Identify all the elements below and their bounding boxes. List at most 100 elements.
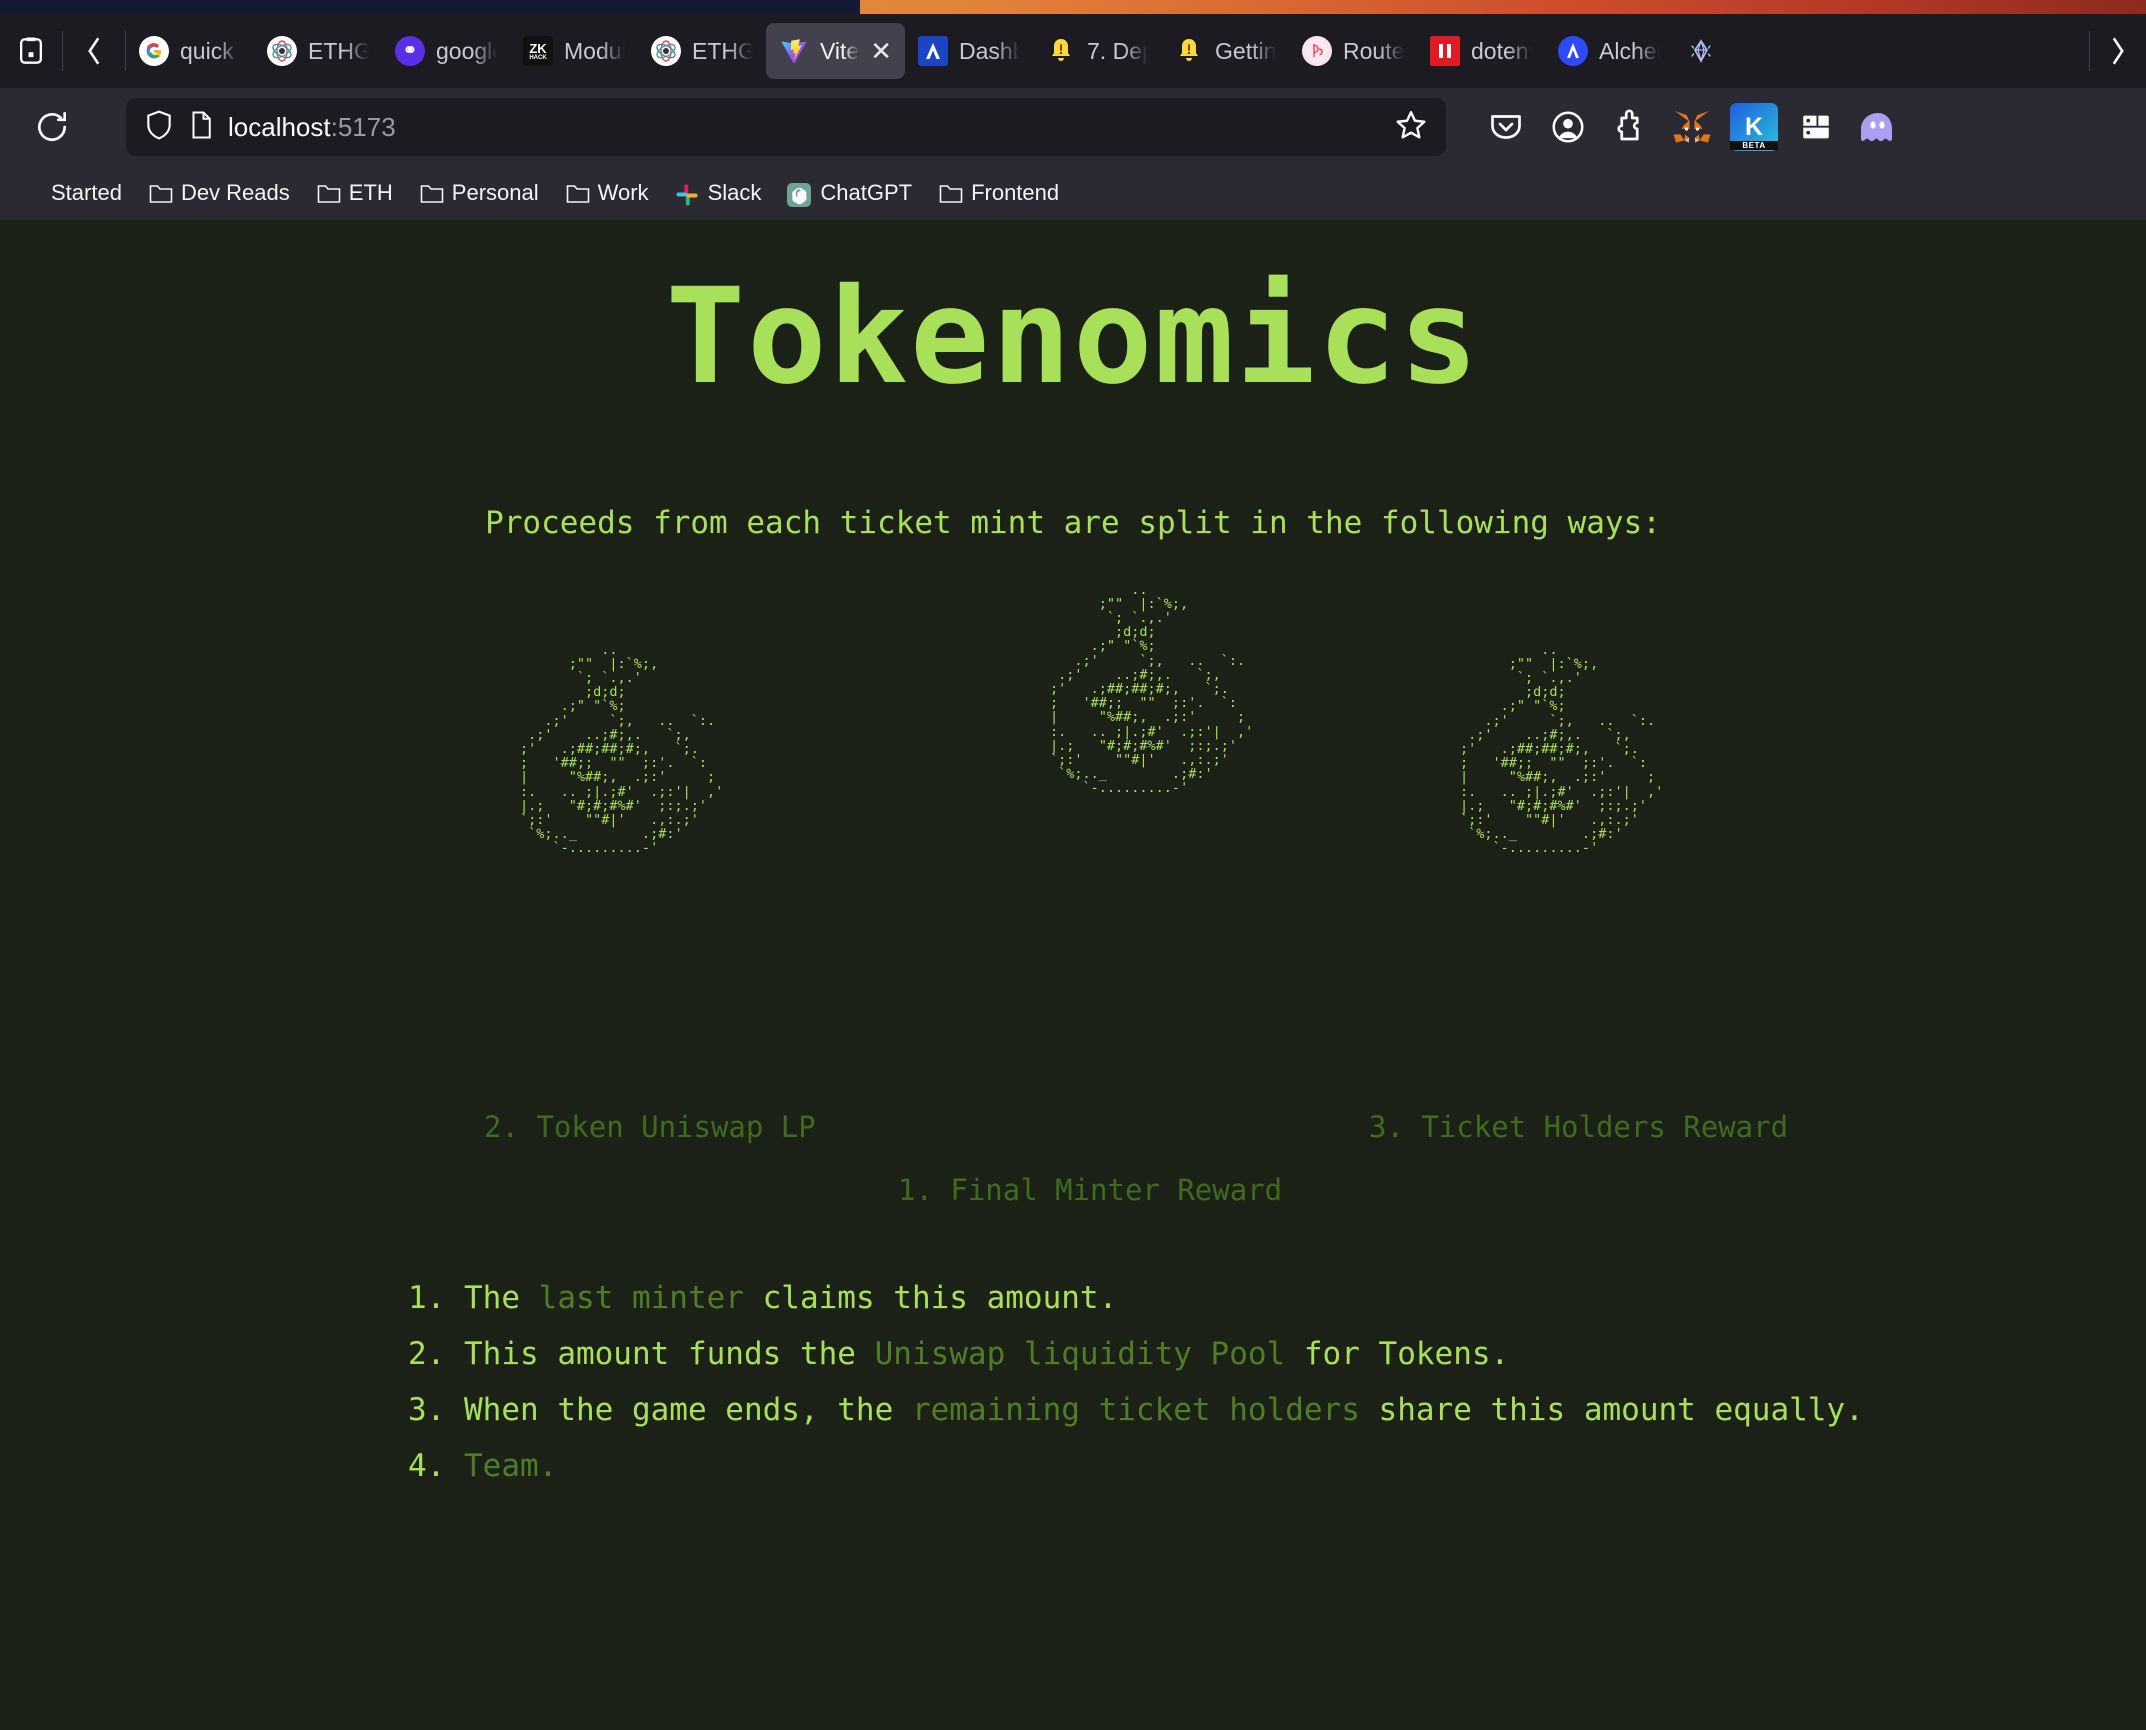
folder-icon — [938, 183, 963, 203]
folder-icon — [148, 183, 173, 203]
extensions-icon[interactable] — [1606, 103, 1654, 151]
tab-vite[interactable]: Vite ✕ — [766, 23, 906, 79]
diamond-favicon — [1686, 36, 1716, 66]
bookmark-dev-reads[interactable]: Dev Reads — [138, 174, 300, 212]
bookmarks-bar: Started Dev Reads ETH Personal Work Slac… — [0, 166, 2146, 220]
folder-icon — [18, 183, 42, 203]
bag-label-ticket-holders-reward: 3. Ticket Holders Reward — [1369, 1109, 1789, 1144]
note-item: 3. When the game ends, the remaining tic… — [408, 1382, 2146, 1438]
tab-label: Gettin — [1215, 37, 1277, 64]
note-item: 2. This amount funds the Uniswap liquidi… — [408, 1326, 2146, 1382]
page-title: Tokenomics — [665, 260, 1481, 414]
toolbar-extensions: K BETA — [1482, 103, 1902, 151]
folder-icon — [419, 183, 444, 203]
bookmark-frontend[interactable]: Frontend — [928, 174, 1069, 212]
note-item: 4. Team. — [408, 1438, 2146, 1494]
note-text: The — [464, 1280, 539, 1316]
vite-favicon — [779, 36, 809, 66]
bag-label-token-uniswap-lp: 2. Token Uniswap LP — [484, 1109, 816, 1144]
tab-ethglobal-1[interactable]: ETHGl — [254, 23, 382, 79]
bookmark-started[interactable]: Started — [8, 174, 132, 212]
reload-button[interactable] — [24, 99, 80, 155]
tab-dashboard[interactable]: Dashb — [905, 23, 1033, 79]
phantom-icon[interactable] — [1854, 103, 1902, 151]
bookmark-label: Personal — [451, 180, 539, 205]
bookmark-slack[interactable]: Slack — [665, 174, 772, 212]
bookmark-eth[interactable]: ETH — [306, 174, 403, 212]
tab-quick[interactable]: quick s — [126, 23, 254, 79]
tab-label: ETHGl — [308, 37, 369, 64]
tab-label: quick s — [180, 37, 241, 64]
ethglobal-favicon — [651, 36, 681, 66]
bell-favicon — [1174, 36, 1204, 66]
tab-modules[interactable]: ZKHACK Module — [510, 23, 638, 79]
bell-favicon — [1046, 36, 1076, 66]
bookmark-star-icon[interactable] — [1394, 108, 1428, 147]
url-port: :5173 — [330, 111, 396, 142]
note-number: 3. — [408, 1392, 464, 1428]
bookmark-label: ETH — [348, 180, 393, 205]
bookmark-label: Started — [51, 180, 122, 205]
tab-dotenv[interactable]: dotenv — [1417, 23, 1545, 79]
navigation-toolbar: localhost:5173 K BETA — [0, 88, 2146, 166]
google-purple-favicon: ⚭ — [395, 36, 425, 66]
note-highlight: Uniswap liquidity Pool — [874, 1336, 1286, 1372]
wallet-icon[interactable] — [1792, 103, 1840, 151]
tab-7-dep[interactable]: 7. Dep — [1033, 23, 1161, 79]
zkhack-favicon: ZK HACK — [523, 36, 553, 66]
tab-alchemy[interactable]: Alcher — [1545, 23, 1673, 79]
note-highlight: Team. — [464, 1448, 558, 1484]
browser-chrome: quick s ETHGl ⚭ — [0, 0, 2146, 220]
tab-ethglobal-2[interactable]: ETHGl — [638, 23, 766, 79]
bookmark-work[interactable]: Work — [555, 174, 659, 212]
keplr-icon[interactable]: K BETA — [1730, 103, 1778, 151]
folder-icon — [316, 183, 341, 203]
note-highlight: remaining ticket holders — [911, 1392, 1360, 1428]
scroll-tabs-right-button[interactable] — [2090, 14, 2146, 88]
slack-icon — [675, 183, 699, 206]
page-icon[interactable] — [188, 110, 214, 145]
router-favicon — [1302, 36, 1333, 66]
dashboard-favicon — [918, 36, 949, 66]
account-icon[interactable] — [1544, 103, 1592, 151]
ascii-money-bag-3: .. ;"" |:`%;, `; `.,.' ;d;d; .;" "`%; .;… — [1460, 641, 1664, 857]
shield-icon[interactable] — [144, 109, 174, 146]
tab-label: Alcher — [1599, 37, 1661, 64]
note-text: for Tokens. — [1285, 1336, 1510, 1372]
url-text[interactable]: localhost:5173 — [228, 112, 1380, 143]
note-text: share this amount equally. — [1359, 1392, 1864, 1428]
ethglobal-favicon — [267, 36, 297, 66]
window-title-strip — [0, 0, 2146, 14]
note-highlight: last minter — [538, 1280, 744, 1316]
bookmark-chatgpt[interactable]: ChatGPT — [777, 174, 922, 212]
money-bag-illustrations: .. ;"" |:`%;, `; `.,.' ;d;d; .;" "`%; .;… — [0, 582, 2146, 1206]
tab-getting-started[interactable]: Gettin — [1161, 23, 1289, 79]
tab-diamond[interactable] — [1673, 23, 1729, 79]
note-number: 2. — [408, 1336, 464, 1372]
url-bar[interactable]: localhost:5173 — [126, 98, 1446, 156]
tab-label: Dashb — [959, 37, 1021, 64]
pocket-icon[interactable] — [1482, 103, 1530, 151]
folder-icon — [565, 183, 589, 203]
list-all-tabs-button[interactable] — [0, 20, 62, 82]
note-number: 4. — [408, 1448, 464, 1484]
tab-label: 7. Dep — [1087, 37, 1149, 64]
metamask-icon[interactable] — [1668, 103, 1716, 151]
bag-label-final-minter-reward: 1. Final Minter Reward — [898, 1172, 1283, 1207]
bookmark-label: Slack — [707, 180, 762, 205]
tab-strip: quick s ETHGl ⚭ — [126, 14, 2089, 88]
page-content: Tokenomics Proceeds from each ticket min… — [0, 220, 2146, 1730]
tab-label: dotenv — [1471, 37, 1532, 64]
tab-google[interactable]: ⚭ google — [382, 23, 510, 79]
bookmark-label: Frontend — [971, 180, 1060, 205]
chatgpt-icon — [787, 183, 812, 207]
tab-label: Module — [564, 37, 625, 64]
close-icon[interactable]: ✕ — [870, 38, 892, 64]
scroll-tabs-left-button[interactable] — [63, 20, 125, 82]
tab-router[interactable]: Router — [1289, 23, 1417, 79]
bookmark-personal[interactable]: Personal — [409, 174, 549, 212]
note-text: This amount funds the — [464, 1336, 875, 1372]
tab-label: google — [436, 37, 497, 64]
page-subtitle: Proceeds from each ticket mint are split… — [485, 504, 1661, 541]
note-item: 1. The last minter claims this amount. — [408, 1270, 2146, 1326]
